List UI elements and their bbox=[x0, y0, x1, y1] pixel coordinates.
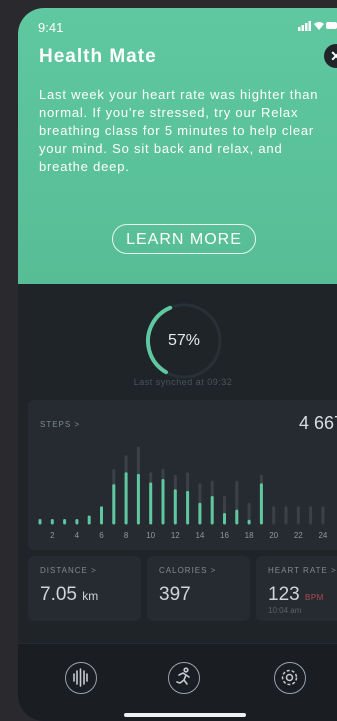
distance-label: DISTANCE > bbox=[40, 566, 97, 575]
heart-rate-number: 123 bbox=[268, 584, 300, 605]
banner-title: Health Mate bbox=[39, 46, 157, 67]
tab-settings[interactable] bbox=[274, 662, 306, 694]
x-tick-label: 2 bbox=[50, 531, 55, 540]
sync-status: Last synched at 09:32 bbox=[133, 377, 233, 387]
distance-value: 7.05 km bbox=[40, 584, 98, 606]
x-tick-label: 18 bbox=[245, 531, 254, 540]
close-button[interactable]: ✕ bbox=[324, 44, 337, 68]
distance-card[interactable]: DISTANCE > 7.05 km bbox=[28, 556, 141, 621]
x-tick-label: 24 bbox=[318, 531, 327, 540]
tab-workouts[interactable] bbox=[168, 662, 200, 694]
health-mate-banner: 9:41 Health Mate ✕ Last week your heart … bbox=[18, 8, 337, 284]
steps-card[interactable]: STEPS > 4 667 24681012141618202224 bbox=[28, 400, 337, 550]
tab-activity[interactable] bbox=[65, 662, 97, 694]
banner-message: Last week your heart rate was highter th… bbox=[39, 87, 319, 174]
x-tick-label: 4 bbox=[75, 531, 80, 540]
stats-row: DISTANCE > 7.05 km CALORIES > 397 HEART … bbox=[28, 556, 337, 626]
tab-bar bbox=[18, 643, 337, 721]
x-tick-label: 6 bbox=[99, 531, 104, 540]
x-tick-label: 22 bbox=[294, 531, 303, 540]
app-screen: 9:41 Health Mate ✕ Last week your heart … bbox=[18, 8, 337, 721]
calories-label: CALORIES > bbox=[159, 566, 217, 575]
status-bar: 9:41 bbox=[38, 20, 337, 38]
heart-rate-value: 123 BPM bbox=[268, 584, 324, 606]
calories-value: 397 bbox=[159, 584, 191, 605]
heart-rate-time: 10:04 am bbox=[268, 606, 302, 615]
x-tick-label: 20 bbox=[269, 531, 278, 540]
progress-ring: 57% bbox=[144, 301, 224, 381]
x-tick-label: 8 bbox=[124, 531, 129, 540]
heart-rate-unit: BPM bbox=[304, 593, 324, 602]
signal-wifi-battery-icon bbox=[298, 21, 337, 31]
settings-icon bbox=[281, 669, 298, 686]
x-tick-label: 14 bbox=[195, 531, 204, 540]
calories-card[interactable]: CALORIES > 397 bbox=[147, 556, 250, 621]
x-tick-label: 12 bbox=[171, 531, 180, 540]
close-icon: ✕ bbox=[330, 48, 337, 64]
distance-unit: km bbox=[82, 589, 99, 603]
status-icons bbox=[298, 20, 337, 34]
progress-percent: 57% bbox=[167, 332, 201, 349]
home-indicator bbox=[124, 713, 246, 717]
runner-icon bbox=[176, 667, 190, 685]
heart-rate-label: HEART RATE > bbox=[268, 566, 337, 575]
heart-rate-card[interactable]: HEART RATE > 123 BPM 10:04 am bbox=[256, 556, 337, 621]
distance-number: 7.05 bbox=[40, 584, 77, 605]
x-tick-label: 10 bbox=[146, 531, 155, 540]
activity-icon bbox=[73, 668, 88, 687]
x-tick-label: 16 bbox=[220, 531, 229, 540]
steps-chart: 2 4 6 8 10 12 14 16 18 20 22 24 bbox=[38, 446, 328, 540]
status-time: 9:41 bbox=[38, 20, 64, 35]
learn-more-button[interactable]: LEARN MORE bbox=[112, 224, 256, 254]
